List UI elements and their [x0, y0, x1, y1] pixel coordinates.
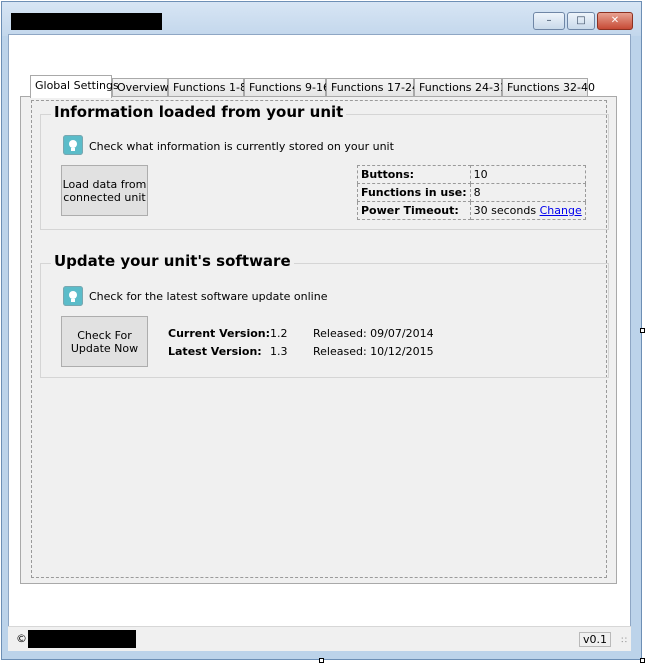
- current-released: Released: 09/07/2014: [313, 327, 434, 340]
- change-timeout-link[interactable]: Change: [540, 204, 582, 217]
- redacted-title: [11, 13, 162, 30]
- tab-functions-9-16[interactable]: Functions 9-16: [244, 78, 330, 97]
- maximize-button[interactable]: □: [567, 12, 595, 30]
- tab-global-settings[interactable]: Global Settings: [30, 75, 119, 98]
- table-row: Buttons: 10: [357, 165, 586, 184]
- latest-version-value: 1.3: [270, 345, 288, 358]
- redacted-owner: [28, 630, 136, 648]
- tab-functions-32-40[interactable]: Functions 32-40: [502, 78, 595, 97]
- update-group-title: Update your unit's software: [51, 252, 294, 270]
- stat-label: Functions in use:: [357, 183, 471, 202]
- info-lightbulb-icon: [63, 135, 83, 155]
- stat-value: 10: [469, 165, 586, 184]
- check-update-button[interactable]: Check For Update Now: [61, 316, 148, 367]
- resize-handle-right[interactable]: [640, 328, 645, 333]
- tab-functions-24-31[interactable]: Functions 24-31: [414, 78, 507, 97]
- stat-value: 30 seconds Change: [469, 201, 586, 220]
- resize-handle-corner[interactable]: [640, 658, 645, 663]
- status-bar: © v0.1 ∷: [8, 626, 631, 651]
- unit-stats-table: Buttons: 10 Functions in use: 8 Power Ti…: [357, 165, 586, 220]
- title-bar[interactable]: – □ ✕: [2, 2, 641, 36]
- tab-panel-global-settings: Information loaded from your unit Check …: [20, 96, 617, 584]
- stat-label: Buttons:: [357, 165, 471, 184]
- latest-released: Released: 10/12/2015: [313, 345, 434, 358]
- info-group-title: Information loaded from your unit: [51, 103, 347, 121]
- minimize-button[interactable]: –: [533, 12, 565, 30]
- resize-grip-icon[interactable]: ∷: [621, 636, 627, 646]
- load-data-button[interactable]: Load data from connected unit: [61, 165, 148, 216]
- update-group: Update your unit's software Check for th…: [40, 252, 609, 378]
- close-icon: ✕: [610, 15, 620, 26]
- current-version-label: Current Version:: [168, 327, 271, 340]
- info-group: Information loaded from your unit Check …: [40, 103, 609, 230]
- copyright-symbol: ©: [16, 632, 27, 645]
- tab-functions-17-24[interactable]: Functions 17-24: [326, 78, 419, 97]
- stat-value: 8: [469, 183, 586, 202]
- panel-layout: Information loaded from your unit Check …: [31, 100, 609, 578]
- tab-overview[interactable]: Overview: [112, 78, 169, 97]
- table-row: Power Timeout: 30 seconds Change: [357, 201, 586, 220]
- update-lightbulb-icon: [63, 286, 83, 306]
- current-version-value: 1.2: [270, 327, 288, 340]
- minimize-icon: –: [546, 15, 552, 26]
- version-label: v0.1: [579, 632, 612, 647]
- resize-handle-bottom[interactable]: [319, 658, 324, 663]
- table-row: Functions in use: 8: [357, 183, 586, 202]
- info-caption: Check what information is currently stor…: [89, 140, 394, 153]
- latest-version-label: Latest Version:: [168, 345, 262, 358]
- restore-icon: □: [576, 15, 586, 26]
- close-button[interactable]: ✕: [597, 12, 633, 30]
- update-caption: Check for the latest software update onl…: [89, 290, 328, 303]
- tab-functions-1-8[interactable]: Functions 1-8: [168, 78, 247, 97]
- power-timeout-value: 30 seconds: [473, 204, 537, 217]
- stat-label: Power Timeout:: [357, 201, 471, 220]
